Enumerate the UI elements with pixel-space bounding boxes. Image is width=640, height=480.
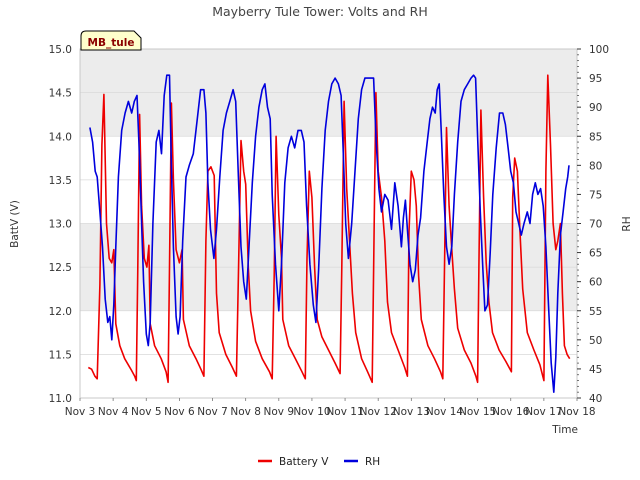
x-tick-label: Nov 18 (558, 406, 595, 418)
y-right-tick-label: 75 (589, 189, 602, 201)
y-axis-right-title: RH (621, 216, 633, 231)
y-left-tick-label: 14.0 (49, 131, 72, 143)
y-right-tick-label: 95 (589, 73, 602, 85)
y-left-tick-label: 11.5 (49, 349, 72, 361)
station-label: MB_tule (88, 37, 135, 49)
y-left-tick-label: 15.0 (49, 44, 72, 56)
y-axis-left-title: BattV (V) (9, 200, 21, 248)
chart: 11.0 11.5 12.0 12.5 13.0 13.5 14.0 14.5 15.0 40 4… (0, 0, 640, 480)
chart-title: Mayberry Tule Tower: Volts and RH (212, 4, 428, 19)
x-tick-label: Nov 9 (264, 406, 295, 418)
left-axis: 11.0 11.5 12.0 12.5 13.0 13.5 14.0 14.5 15.0 (49, 44, 72, 405)
x-tick-label: Nov 17 (525, 406, 562, 418)
y-right-tick-label: 55 (589, 306, 602, 318)
y-right-tick-label: 80 (589, 160, 602, 172)
x-tick-label: Nov 4 (98, 406, 129, 418)
y-left-tick-label: 12.0 (49, 306, 72, 318)
x-tick-label: Nov 10 (293, 406, 330, 418)
y-right-tick-label: 40 (589, 393, 602, 405)
y-right-tick-label: 45 (589, 364, 602, 376)
x-tick-label: Nov 14 (426, 406, 464, 418)
y-right-tick-label: 50 (589, 335, 602, 347)
y-left-tick-label: 13.0 (49, 219, 72, 231)
y-right-tick-label: 65 (589, 248, 602, 260)
x-tick-label: Nov 6 (164, 406, 195, 418)
x-tick-label: Nov 7 (197, 406, 228, 418)
legend-label-battery: Battery V (279, 456, 329, 468)
x-tick-label: Nov 13 (393, 406, 430, 418)
x-tick-label: Nov 12 (360, 406, 397, 418)
y-right-tick-label: 85 (589, 131, 602, 143)
y-right-tick-label: 70 (589, 219, 602, 231)
y-left-tick-label: 13.5 (49, 175, 72, 187)
y-left-tick-label: 11.0 (49, 393, 72, 405)
x-tick-label: Nov 5 (131, 406, 162, 418)
legend-label-rh: RH (365, 456, 380, 468)
y-left-tick-label: 12.5 (49, 262, 72, 274)
y-right-tick-label: 100 (589, 44, 609, 56)
x-tick-label: Nov 16 (492, 406, 530, 418)
x-axis-title: Time (551, 424, 578, 436)
x-tick-label: Nov 8 (230, 406, 261, 418)
y-right-tick-label: 90 (589, 102, 602, 114)
x-tick-label: Nov 15 (459, 406, 496, 418)
y-right-tick-label: 60 (589, 277, 602, 289)
x-tick-label: Nov 3 (65, 406, 96, 418)
station-label-box: MB_tule (80, 30, 142, 51)
y-left-tick-label: 14.5 (49, 88, 72, 100)
x-tick-label: Nov 11 (326, 406, 363, 418)
